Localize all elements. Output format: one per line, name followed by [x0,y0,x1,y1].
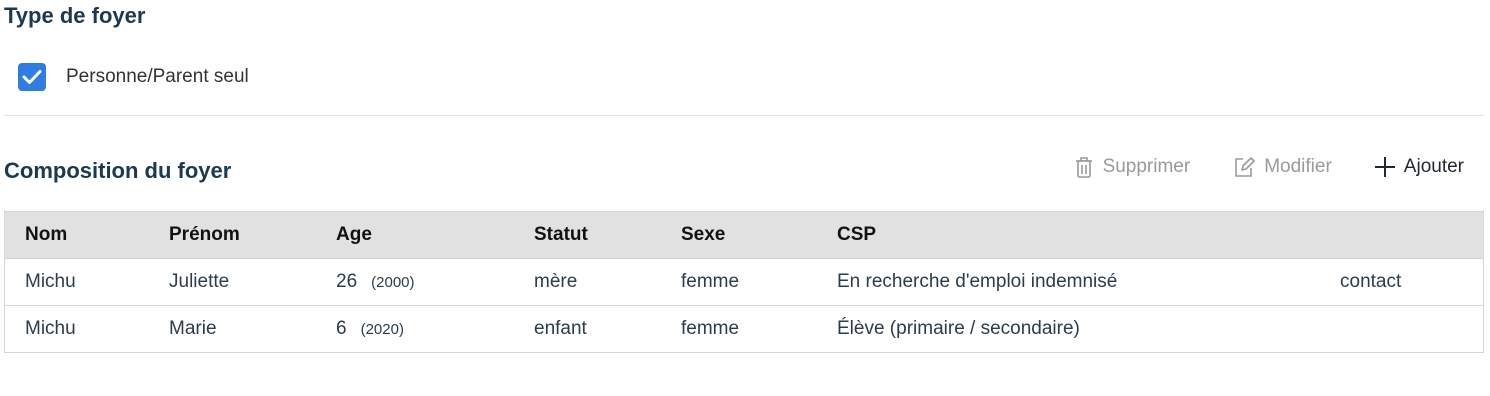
column-header-sexe[interactable]: Sexe [681,224,837,246]
edit-icon [1235,157,1256,177]
cell-prenom: Marie [169,318,217,339]
age-value: 26 [336,271,358,292]
edit-button[interactable]: Modifier [1232,155,1332,179]
delete-button[interactable]: Supprimer [1073,155,1191,179]
cell-prenom: Juliette [169,271,230,292]
cell-csp: En recherche d'emploi indemnisé [837,271,1118,292]
single-parent-label: Personne/Parent seul [66,66,249,87]
household-members-table: Nom Prénom Age Statut Sexe CSP Michu Jul… [4,211,1484,353]
checkmark-icon [22,70,42,84]
add-label: Ajouter [1403,156,1464,177]
age-value: 6 [336,318,347,339]
cell-contact: contact [1340,271,1402,292]
add-button[interactable]: Ajouter [1374,156,1464,178]
household-composition-title: Composition du foyer [4,158,232,183]
cell-sexe: femme [681,318,740,339]
edit-label: Modifier [1264,156,1332,177]
cell-nom: Michu [25,318,76,339]
trash-icon [1075,157,1092,178]
single-parent-checkbox[interactable] [18,63,46,91]
table-row[interactable]: Michu Juliette 26 (2000) mère femme En r… [5,259,1483,306]
column-header-csp[interactable]: CSP [837,224,1340,246]
cell-statut: mère [534,271,578,292]
cell-sexe: femme [681,271,740,292]
birth-year: (2000) [371,274,415,291]
column-header-prenom[interactable]: Prénom [169,224,336,246]
cell-csp: Élève (primaire / secondaire) [837,318,1080,339]
cell-nom: Michu [25,271,76,292]
section-divider [4,115,1484,116]
cell-age: 26 (2000) [336,271,534,293]
plus-icon [1374,157,1395,177]
cell-statut: enfant [534,318,587,339]
column-header-statut[interactable]: Statut [534,224,681,246]
single-parent-option[interactable]: Personne/Parent seul [18,63,249,91]
delete-label: Supprimer [1102,156,1191,177]
column-header-age[interactable]: Age [336,224,534,246]
table-row[interactable]: Michu Marie 6 (2020) enfant femme Élève … [5,306,1483,352]
cell-age: 6 (2020) [336,318,534,340]
table-header-row: Nom Prénom Age Statut Sexe CSP [5,212,1483,259]
birth-year: (2020) [360,321,404,338]
household-type-title: Type de foyer [4,3,146,28]
column-header-nom[interactable]: Nom [5,224,169,246]
composition-toolbar: Supprimer Modifier Ajouter [1073,155,1464,179]
